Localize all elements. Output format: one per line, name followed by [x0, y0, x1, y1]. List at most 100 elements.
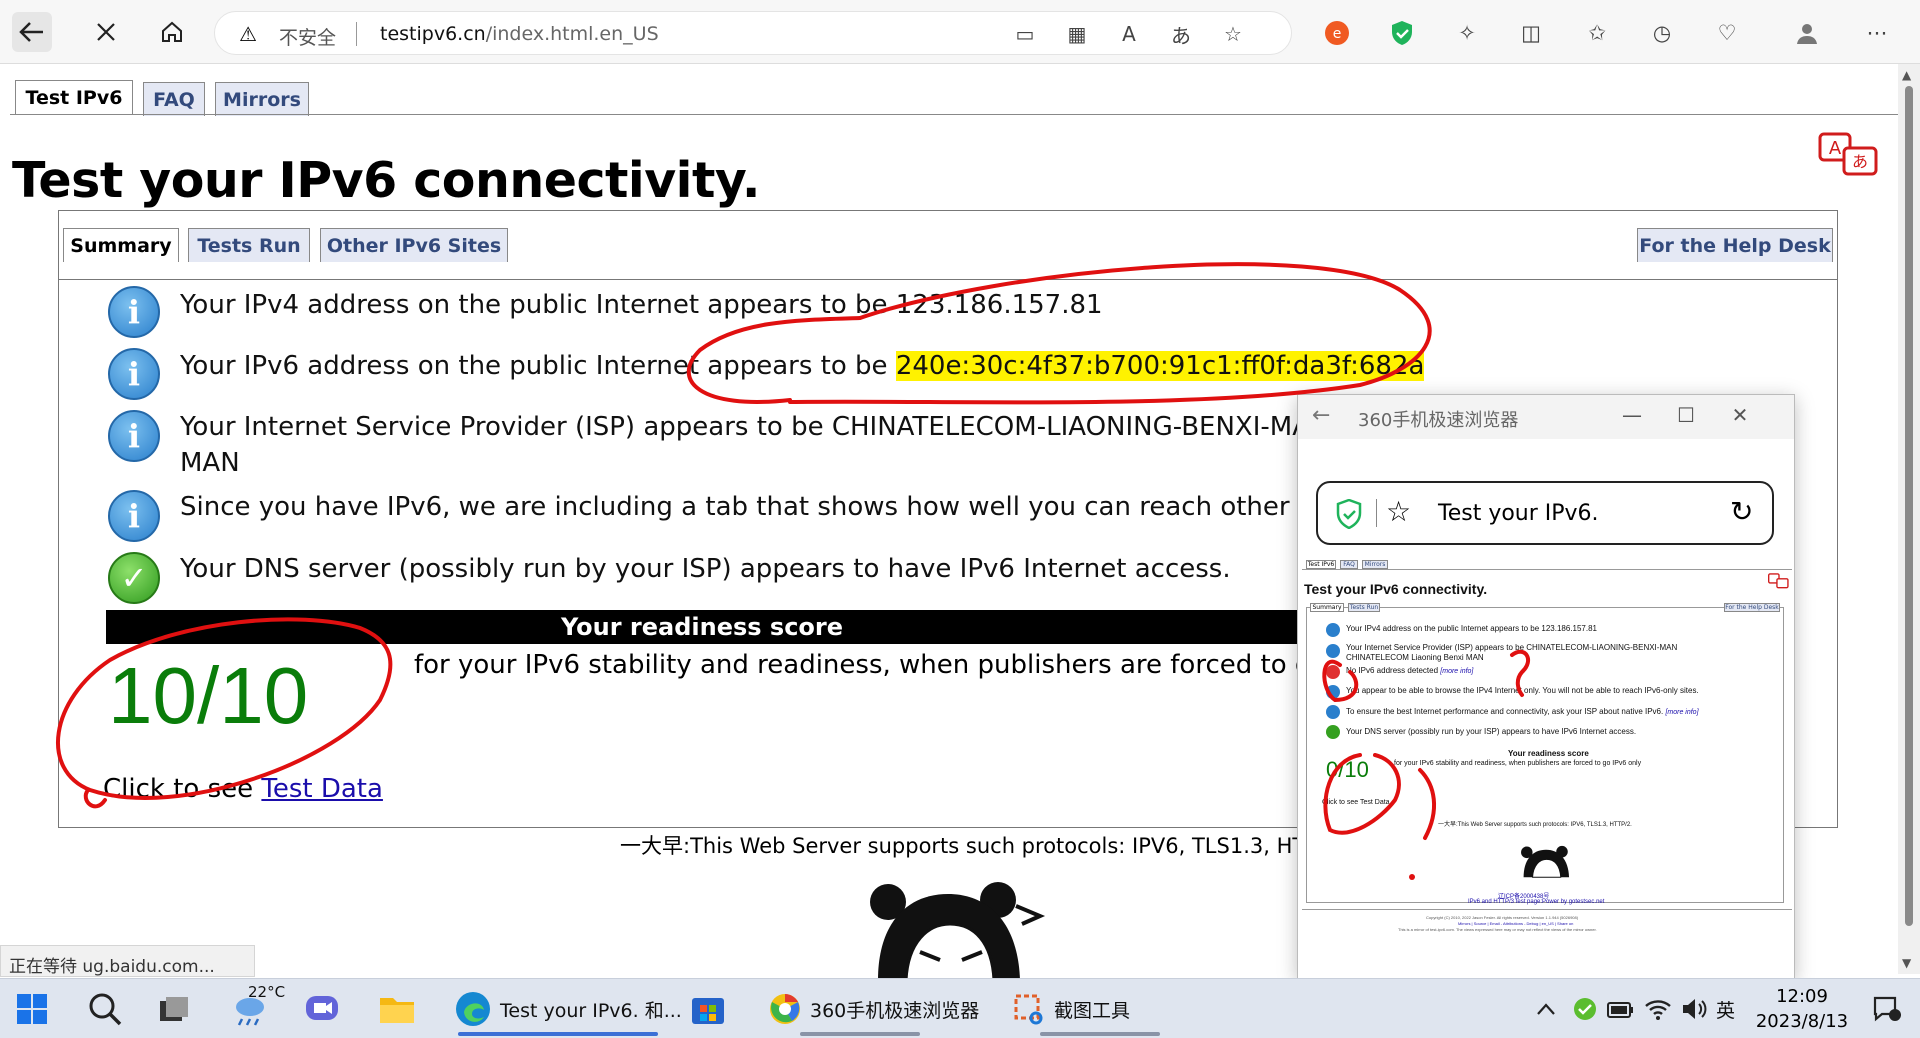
minimize-icon[interactable]: — — [1617, 403, 1647, 427]
search-box[interactable]: ☆ Test your IPv6. ↻ — [1316, 481, 1774, 545]
mini-more-info-link[interactable]: [more info] — [1440, 668, 1473, 675]
translate-icon[interactable]: あ — [1167, 21, 1195, 48]
tray-360-icon[interactable] — [1572, 979, 1598, 1038]
read-aloud-icon[interactable]: A — [1115, 21, 1143, 47]
mini-tab-tests-run[interactable]: Tests Run — [1348, 603, 1380, 612]
mini-info-icon — [1326, 685, 1340, 699]
split-screen-icon[interactable]: ◫ — [1514, 16, 1548, 50]
taskbar-app-edge[interactable]: Test your IPv6. 和... — [446, 979, 682, 1038]
readiness-score-description: for your IPv6 stability and readiness, w… — [414, 650, 1432, 680]
more-menu-icon[interactable]: ⋯ — [1860, 16, 1894, 50]
back-button[interactable] — [12, 12, 52, 52]
ipv4-address-text: Your IPv4 address on the public Internet… — [180, 290, 1103, 320]
weather-widget[interactable]: 22°C — [230, 979, 285, 1038]
stop-loading-button[interactable] — [86, 12, 126, 52]
mini-footer-divider — [1302, 909, 1792, 910]
search-query-text[interactable]: Test your IPv6. — [1438, 501, 1599, 526]
info-icon: i — [108, 348, 160, 400]
security-guard-icon — [1574, 998, 1596, 1020]
taskbar: 22°C Test your IPv6. 和... 360手机极速浏览器 截图工… — [0, 978, 1920, 1038]
insecure-label: 不安全 — [279, 27, 337, 49]
chat-video-icon — [306, 996, 338, 1020]
weather-temperature: 22°C — [248, 983, 286, 1001]
page-title: Test your IPv6 connectivity. — [12, 152, 760, 209]
tray-battery-icon[interactable] — [1606, 979, 1634, 1038]
taskbar-search-button[interactable] — [88, 979, 122, 1038]
tray-volume-icon[interactable] — [1680, 979, 1708, 1038]
profile-avatar-icon[interactable] — [1790, 16, 1824, 50]
chat-button[interactable] — [304, 979, 340, 1038]
isp-text-line2: MAN — [180, 448, 240, 478]
extension-orange-icon[interactable]: e — [1320, 16, 1354, 50]
tray-wifi-icon[interactable] — [1644, 979, 1672, 1038]
ipv6-address-text: Your IPv6 address on the public Internet… — [180, 351, 1425, 381]
mini-footer-links[interactable]: Mirrors | Source | Email - Attributions … — [1458, 921, 1573, 926]
tab-mirrors[interactable]: Mirrors — [215, 82, 309, 116]
mini-tab-help-desk[interactable]: For the Help Desk — [1724, 603, 1780, 612]
file-explorer-button[interactable] — [378, 979, 416, 1038]
translate-page-icon[interactable]: A あ — [1818, 132, 1882, 180]
extensions-puzzle-icon[interactable]: ✧ — [1450, 16, 1484, 50]
mini-isp-text: Your Internet Service Provider (ISP) app… — [1346, 643, 1678, 652]
apps-grid-icon[interactable]: ▦ — [1063, 21, 1091, 47]
notification-center[interactable] — [1872, 979, 1902, 1038]
bookmark-star-icon[interactable]: ☆ — [1386, 495, 1411, 528]
maximize-icon[interactable]: ☐ — [1671, 403, 1701, 427]
window-close-icon[interactable]: ✕ — [1725, 403, 1755, 427]
show-hidden-icons[interactable] — [1536, 979, 1556, 1038]
page-scrollbar[interactable]: ▲ ▼ — [1898, 64, 1920, 974]
shield-icon — [1336, 499, 1362, 529]
test-data-link[interactable]: Test Data — [261, 774, 383, 804]
mini-disclaimer: This is a mirror of test-ipv6.com. The v… — [1398, 927, 1597, 932]
microsoft-store-icon — [692, 998, 724, 1024]
taskbar-store-button[interactable] — [690, 979, 726, 1038]
tab-tests-run[interactable]: Tests Run — [188, 228, 310, 262]
mini-info-icon — [1326, 644, 1340, 658]
task-view-button[interactable] — [158, 979, 190, 1038]
tab-test-ipv6[interactable]: Test IPv6 — [15, 80, 133, 114]
dns-status-text: Your DNS server (possibly run by your IS… — [180, 554, 1231, 584]
shield-extension-icon[interactable] — [1385, 16, 1419, 50]
mini-click-test-data[interactable]: Click to see Test Data — [1322, 799, 1390, 806]
reload-icon[interactable]: ↻ — [1730, 495, 1753, 528]
performance-icon[interactable]: ♡ — [1710, 16, 1744, 50]
tab-summary[interactable]: Summary — [63, 228, 179, 262]
favorites-icon[interactable]: ✩ — [1580, 16, 1614, 50]
address-separator — [356, 22, 357, 46]
history-icon[interactable]: ◷ — [1645, 16, 1679, 50]
edge-browser-icon — [456, 992, 490, 1026]
wifi-icon — [1645, 1000, 1671, 1020]
tab-help-desk[interactable]: For the Help Desk — [1637, 228, 1833, 262]
window-back-icon[interactable]: ← — [1312, 403, 1330, 428]
taskbar-app-360[interactable]: 360手机极速浏览器 — [760, 979, 979, 1038]
mini-isp-text-line2: CHINATELECOM Liaoning Benxi MAN — [1346, 653, 1484, 662]
scrollbar-thumb[interactable] — [1905, 86, 1913, 926]
taskbar-app-snipping[interactable]: 截图工具 — [1004, 979, 1130, 1038]
open-app-indicator — [1040, 1032, 1160, 1036]
chevron-up-icon — [1537, 1003, 1555, 1015]
scroll-down-arrow-icon[interactable]: ▼ — [1902, 956, 1911, 970]
start-button[interactable] — [16, 979, 48, 1038]
favorite-star-icon[interactable]: ☆ — [1219, 21, 1247, 47]
mini-more-info-link[interactable]: [more info] — [1665, 709, 1698, 716]
mini-tab-mirrors[interactable]: Mirrors — [1362, 560, 1388, 569]
mini-tab-test-ipv6[interactable]: Test IPv6 — [1306, 560, 1336, 569]
url-text[interactable]: testipv6.cn/index.html.en_US — [380, 23, 659, 45]
app-available-icon[interactable]: ▭ — [1011, 21, 1039, 47]
mini-tab-faq[interactable]: FAQ — [1340, 560, 1358, 569]
svg-text:A: A — [1829, 138, 1842, 159]
tab-other-ipv6-sites[interactable]: Other IPv6 Sites — [320, 228, 508, 262]
mini-ipv4-only-text: You appear to be able to browse the IPv4… — [1346, 686, 1699, 695]
scroll-up-arrow-icon[interactable]: ▲ — [1902, 68, 1911, 82]
home-button[interactable] — [152, 12, 192, 52]
mini-powered-by[interactable]: IPv6 and HTTP/3 test page:Power by gotes… — [1468, 899, 1604, 905]
taskbar-clock[interactable]: 12:09 2023/8/13 — [1752, 984, 1852, 1034]
mini-ask-isp-text: To ensure the best Internet performance … — [1346, 707, 1699, 716]
speaker-icon — [1683, 999, 1707, 1019]
windows-start-icon — [17, 994, 47, 1024]
address-bar[interactable]: ⚠ 不安全 testipv6.cn/index.html.en_US ▭ ▦ A… — [214, 11, 1292, 55]
mini-tab-summary[interactable]: Summary — [1310, 603, 1344, 612]
tab-faq[interactable]: FAQ — [143, 82, 205, 116]
mini-translate-icon — [1768, 573, 1789, 589]
ime-indicator[interactable]: 英 — [1716, 979, 1735, 1038]
